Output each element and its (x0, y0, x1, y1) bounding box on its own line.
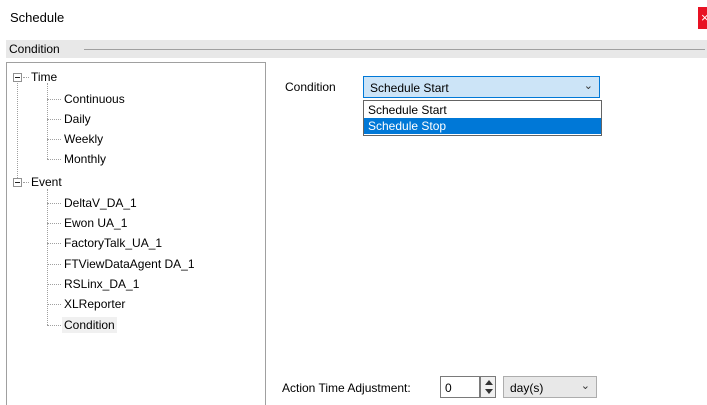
decrement-arrow-icon[interactable] (485, 389, 493, 394)
tree-node-time[interactable]: Time (31, 70, 57, 84)
tree-connector (47, 119, 61, 120)
group-label: Condition (9, 42, 60, 56)
tree-node-ewon[interactable]: Ewon UA_1 (64, 216, 127, 230)
tree-node-weekly[interactable]: Weekly (64, 132, 103, 146)
tree-connector (47, 83, 48, 159)
tree-connector (47, 284, 61, 285)
close-icon: × (701, 10, 707, 25)
tree-connector (47, 243, 61, 244)
tree-connector (23, 77, 29, 78)
action-time-label: Action Time Adjustment: (282, 381, 411, 395)
tree-node-monthly[interactable]: Monthly (64, 152, 106, 166)
action-time-value: 0 (445, 381, 452, 395)
tree-node-event[interactable]: Event (31, 175, 62, 189)
action-time-stepper[interactable] (480, 376, 496, 398)
tree-connector (23, 182, 29, 183)
option-schedule-stop[interactable]: Schedule Stop (364, 118, 601, 134)
tree-node-ftviewdataagent[interactable]: FTViewDataAgent DA_1 (64, 257, 195, 271)
tree-connector (47, 203, 61, 204)
tree-node-condition[interactable]: Condition (62, 317, 117, 333)
tree-connector (47, 325, 61, 326)
condition-label: Condition (285, 80, 336, 94)
tree-connector (17, 83, 18, 178)
tree-connector (47, 223, 61, 224)
window-title: Schedule (10, 10, 65, 25)
tree-connector (47, 264, 61, 265)
chevron-down-icon[interactable]: ⌄ (581, 379, 590, 392)
schedule-tree[interactable]: Time Continuous Daily Weekly Monthly Eve… (6, 62, 266, 405)
action-time-input[interactable]: 0 (440, 376, 480, 398)
collapse-event-icon[interactable] (13, 178, 22, 187)
chevron-down-icon[interactable]: ⌄ (584, 79, 593, 92)
condition-value: Schedule Start (370, 81, 449, 95)
increment-arrow-icon[interactable] (485, 380, 493, 385)
tree-node-rslinx[interactable]: RSLinx_DA_1 (64, 277, 139, 291)
group-divider (84, 49, 705, 50)
tree-node-continuous[interactable]: Continuous (64, 92, 125, 106)
tree-connector (47, 99, 61, 100)
tree-connector (47, 304, 61, 305)
tree-connector (47, 159, 61, 160)
time-unit-select[interactable]: day(s) ⌄ (503, 376, 597, 398)
time-unit-value: day(s) (510, 381, 544, 395)
option-schedule-start[interactable]: Schedule Start (364, 102, 601, 118)
collapse-time-icon[interactable] (13, 73, 22, 82)
tree-node-deltav[interactable]: DeltaV_DA_1 (64, 196, 137, 210)
tree-connector (47, 139, 61, 140)
close-button[interactable]: × (698, 7, 707, 29)
title-bar: Schedule × (0, 0, 707, 36)
tree-node-daily[interactable]: Daily (64, 112, 91, 126)
condition-group-header: Condition (6, 40, 707, 58)
condition-select[interactable]: Schedule Start ⌄ (363, 76, 600, 98)
condition-dropdown-list[interactable]: Schedule Start Schedule Stop (363, 100, 602, 136)
tree-node-factorytalk[interactable]: FactoryTalk_UA_1 (64, 236, 162, 250)
tree-node-xlreporter[interactable]: XLReporter (64, 297, 125, 311)
